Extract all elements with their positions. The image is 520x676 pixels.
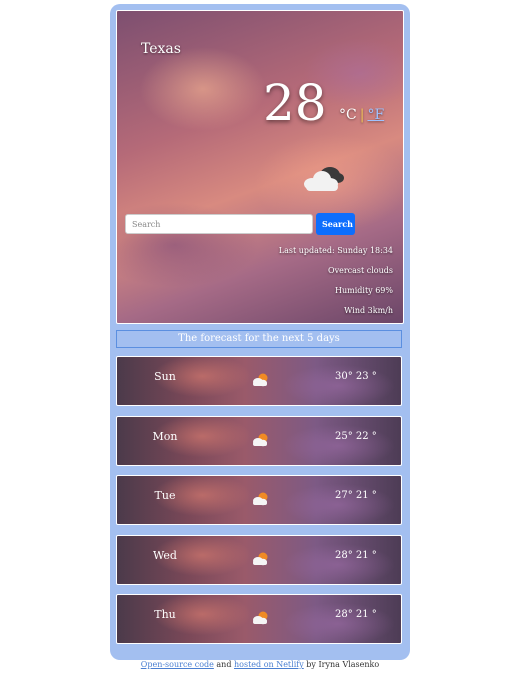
current-temperature: 28 [263,74,327,132]
footer-and-text: and [213,660,234,669]
forecast-day-card: Thu 28° 21 ° [116,594,402,644]
unit-separator: | [359,107,365,123]
forecast-day-name: Tue [154,489,176,502]
forecast-temperatures: 28° 21 ° [335,550,377,561]
forecast-day-name: Mon [152,430,178,443]
search-form: Search [125,213,355,235]
forecast-title: The forecast for the next 5 days [116,330,402,348]
weather-description: Overcast clouds [328,266,393,275]
forecast-temperatures: 30° 23 ° [335,371,377,382]
forecast-day-card: Mon 25° 22 ° [116,416,402,466]
source-code-link[interactable]: Open-source code [141,660,214,669]
partly-cloudy-icon [253,552,268,566]
forecast-temperatures: 27° 21 ° [335,490,377,501]
search-button[interactable]: Search [316,213,355,235]
netlify-link[interactable]: hosted on Netlify [234,660,304,669]
weather-app: Texas 28 °C|°F Search Last updated: Sund… [110,4,410,660]
forecast-temperatures: 25° 22 ° [335,431,377,442]
city-name: Texas [141,41,181,57]
forecast-day-name: Thu [154,608,176,621]
partly-cloudy-icon [253,373,268,387]
forecast-day-card: Wed 28° 21 ° [116,535,402,585]
forecast-temperatures: 28° 21 ° [335,609,377,620]
forecast-day-card: Sun 30° 23 ° [116,356,402,406]
unit-toggle: °C | °F [339,107,384,123]
celsius-unit[interactable]: °C [339,107,357,123]
weather-details: Last updated: Sunday 18:34 Overcast clou… [279,241,393,321]
cloudy-icon [304,167,344,191]
forecast-day-name: Wed [153,549,177,562]
current-weather-card: Texas 28 °C|°F Search Last updated: Sund… [116,10,404,324]
humidity: Humidity 69% [334,286,393,295]
partly-cloudy-icon [253,492,268,506]
partly-cloudy-icon [253,611,268,625]
partly-cloudy-icon [253,433,268,447]
footer-author-text: by Iryna Vlasenko [303,660,380,669]
forecast-day-card: Tue 27° 21 ° [116,475,402,525]
footer: Open-source code and hosted on Netlify b… [0,660,520,669]
wind: Wind 3km/h [344,306,393,315]
forecast-day-name: Sun [154,370,176,383]
last-updated: Last updated: Sunday 18:34 [278,246,393,255]
search-input[interactable] [125,214,313,234]
fahrenheit-link[interactable]: °F [367,107,384,123]
